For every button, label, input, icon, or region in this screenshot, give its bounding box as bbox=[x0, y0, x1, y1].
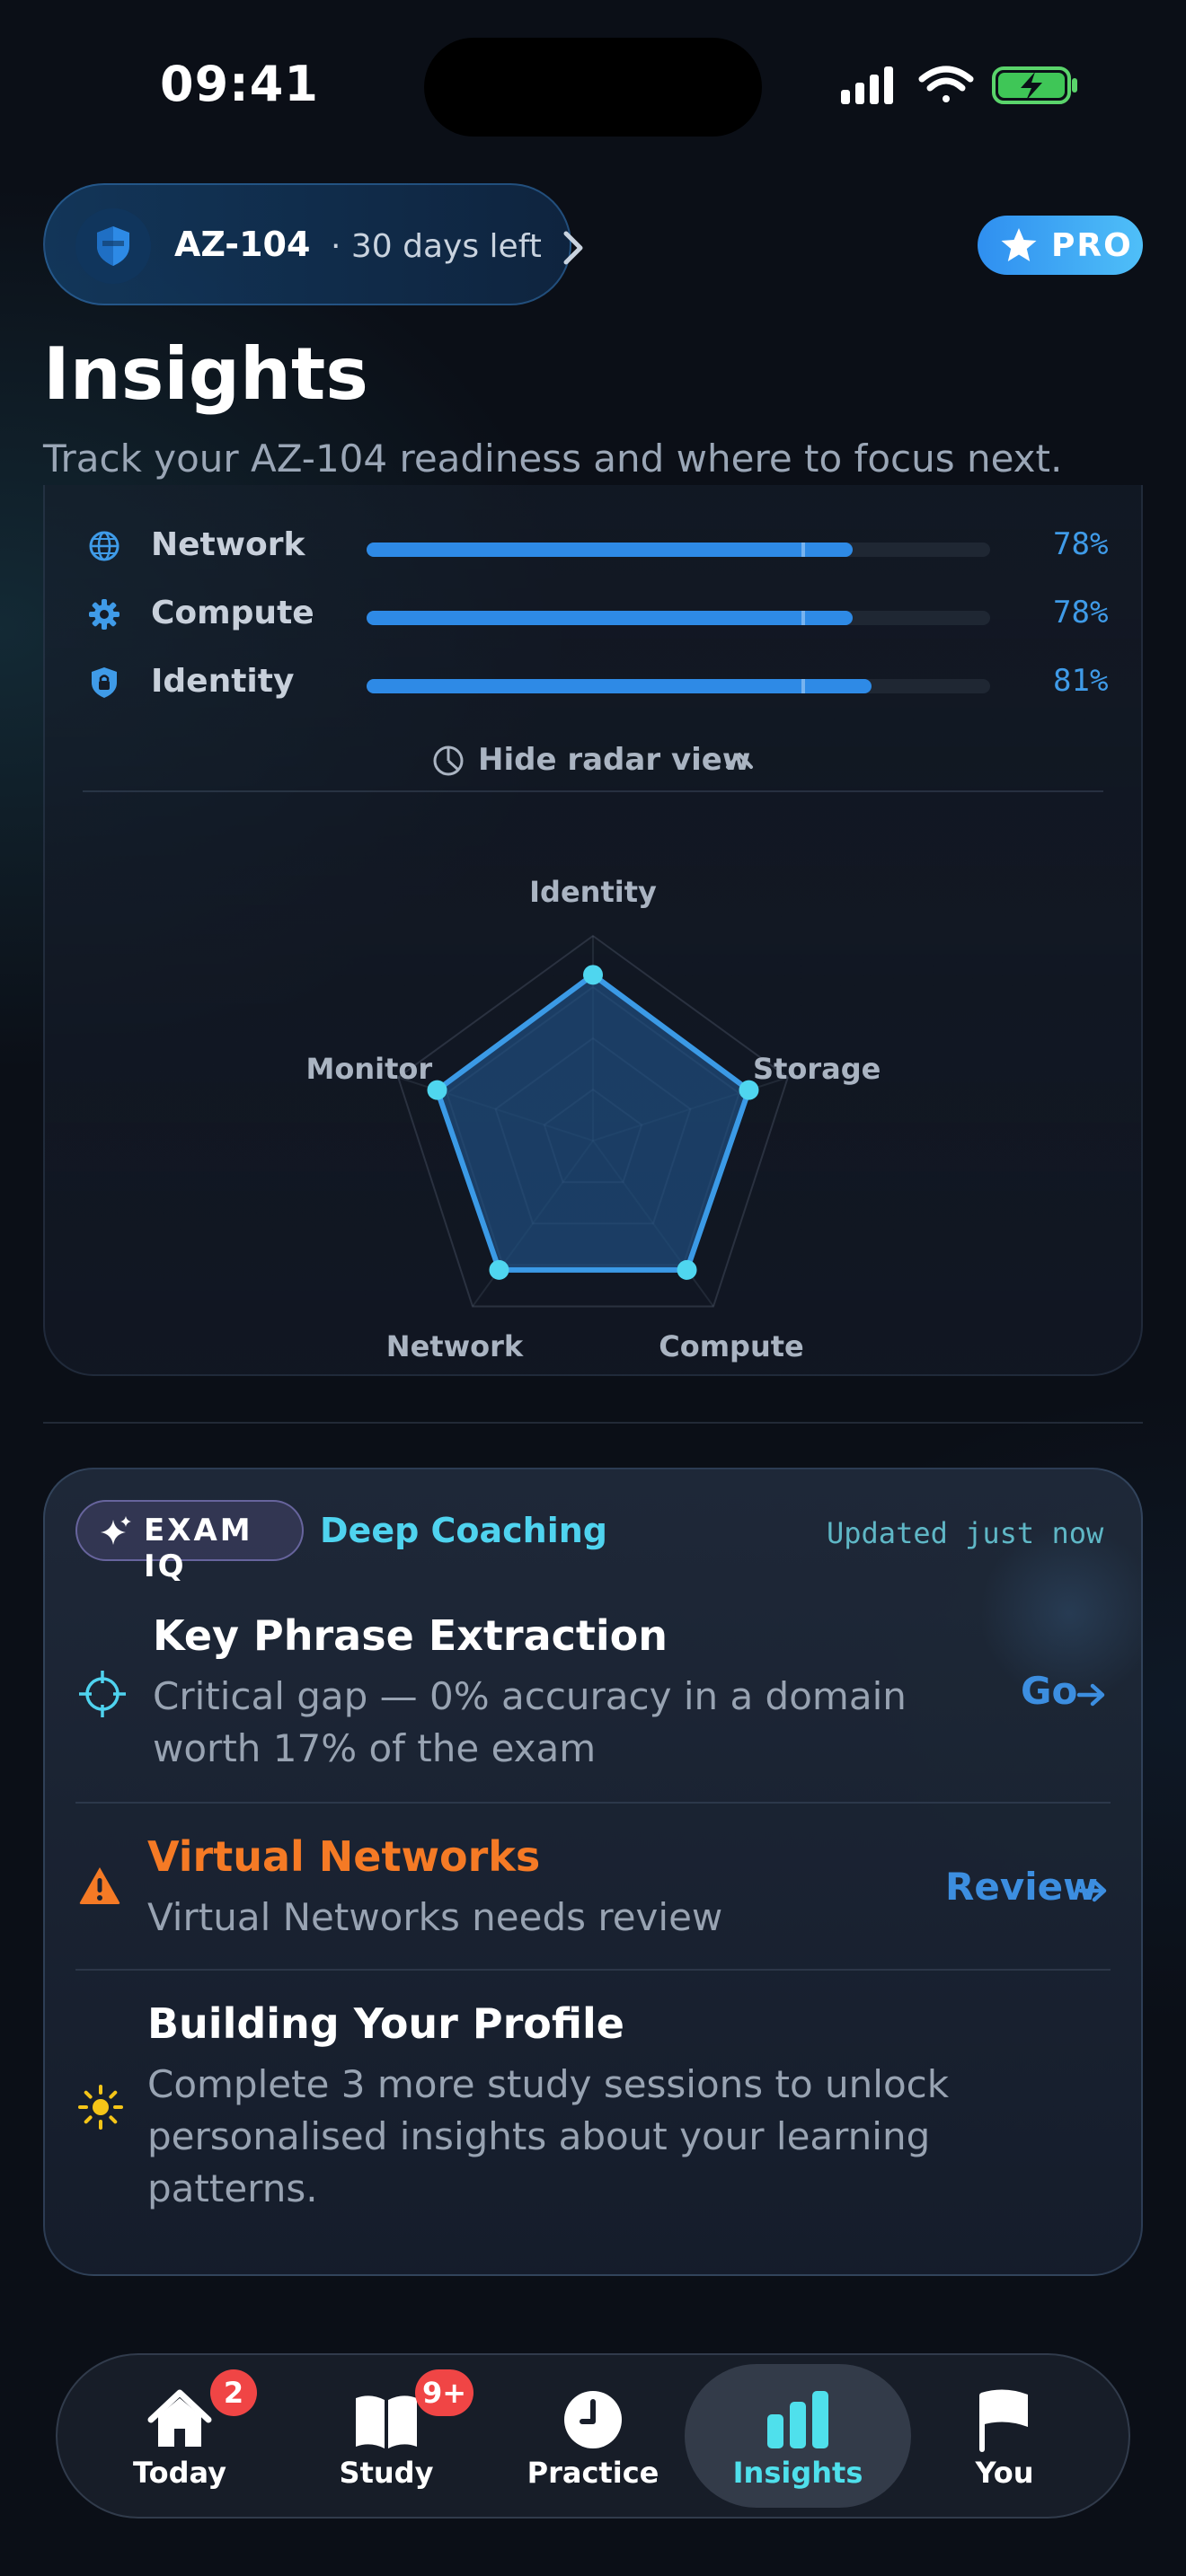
shield-icon bbox=[97, 226, 129, 266]
clock-icon bbox=[564, 2391, 622, 2448]
pie-chart-icon bbox=[433, 745, 464, 776]
pro-label: PRO bbox=[1051, 227, 1133, 264]
tab-label: Today bbox=[133, 2456, 226, 2490]
globe-icon bbox=[89, 531, 119, 561]
radar-axis-label: Network bbox=[386, 1329, 524, 1363]
tab-insights[interactable]: Insights bbox=[708, 2384, 888, 2501]
insight-title: Building Your Profile bbox=[147, 1999, 624, 2048]
lock-shield-icon bbox=[92, 667, 117, 698]
chevron-up-icon bbox=[726, 753, 753, 769]
tab-label: Study bbox=[339, 2456, 434, 2490]
progress-track bbox=[367, 543, 990, 557]
radar-chart: Identity Storage Compute Network Monitor bbox=[306, 875, 881, 1363]
exam-days-left: · 30 days left bbox=[331, 228, 542, 265]
page-subtitle: Track your AZ-104 readiness and where to… bbox=[43, 437, 1063, 481]
target-marker bbox=[801, 679, 805, 693]
insight-separator bbox=[75, 1969, 1111, 1971]
domain-percent: 78% bbox=[1053, 526, 1109, 562]
domain-name: Identity bbox=[151, 663, 295, 700]
notification-badge: 9+ bbox=[415, 2369, 474, 2416]
gear-icon bbox=[89, 599, 119, 630]
insight-title: Key Phrase Extraction bbox=[153, 1611, 668, 1660]
sparkle-icon bbox=[101, 1516, 131, 1545]
wifi-icon bbox=[918, 66, 974, 102]
exam-iq-badge: EXAM IQ bbox=[75, 1500, 304, 1584]
insight-body-line: Virtual Networks needs review bbox=[147, 1895, 723, 1939]
sun-icon bbox=[78, 2085, 123, 2130]
progress-track bbox=[367, 679, 990, 693]
insight-body-line: personalised insights about your learnin… bbox=[147, 2114, 931, 2158]
tab-today[interactable]: 2 Today bbox=[90, 2369, 270, 2501]
insight-body-line: worth 17% of the exam bbox=[153, 1726, 597, 1770]
radar-axis-label: Compute bbox=[659, 1329, 804, 1363]
exam-countdown-pill[interactable]: AZ-104 · 30 days left bbox=[43, 183, 583, 305]
domain-name: Network bbox=[151, 526, 305, 563]
radar-toggle-label: Hide radar view bbox=[478, 742, 751, 778]
tab-label: Practice bbox=[527, 2456, 659, 2490]
section-divider bbox=[43, 1422, 1143, 1424]
radar-point bbox=[583, 965, 603, 985]
progress-fill bbox=[367, 611, 854, 625]
flag-icon bbox=[979, 2389, 1028, 2452]
tab-label: Insights bbox=[732, 2456, 863, 2490]
updated-timestamp: Updated just now bbox=[827, 1516, 1104, 1550]
go-label: Go bbox=[1021, 1669, 1078, 1713]
tab-label: You bbox=[975, 2456, 1034, 2490]
radar-axis-label: Monitor bbox=[306, 1052, 433, 1086]
battery-charging-icon bbox=[992, 66, 1077, 104]
cellular-signal-icon bbox=[841, 66, 893, 104]
progress-fill bbox=[367, 543, 854, 557]
star-icon bbox=[1001, 228, 1037, 261]
progress-fill bbox=[367, 679, 872, 693]
domain-percent: 81% bbox=[1053, 663, 1109, 699]
domain-row-compute[interactable]: Compute 78% bbox=[86, 589, 1111, 643]
bar-chart-icon bbox=[767, 2391, 828, 2448]
chevron-right-icon bbox=[563, 231, 583, 265]
domain-row-network[interactable]: Network 78% bbox=[86, 521, 1111, 575]
insight-body-line: Complete 3 more study sessions to unlock bbox=[147, 2062, 950, 2106]
exam-iq-label: EXAM IQ bbox=[144, 1513, 253, 1584]
status-time: 09:41 bbox=[160, 56, 319, 112]
tab-practice[interactable]: Practice bbox=[503, 2384, 683, 2501]
dynamic-island bbox=[424, 38, 762, 137]
radar-point bbox=[677, 1259, 697, 1280]
radar-axis-label: Identity bbox=[529, 875, 657, 909]
status-icons bbox=[841, 66, 1077, 104]
radar-area bbox=[434, 972, 752, 1273]
insight-separator bbox=[75, 1802, 1111, 1804]
tab-you[interactable]: You bbox=[915, 2384, 1094, 2501]
warning-icon bbox=[79, 1867, 120, 1904]
progress-track bbox=[367, 611, 990, 625]
insight-body-line: Critical gap — 0% accuracy in a domain bbox=[153, 1674, 907, 1718]
domain-name: Compute bbox=[151, 595, 314, 631]
notification-badge: 2 bbox=[210, 2369, 257, 2416]
review-label: Review bbox=[945, 1865, 1098, 1909]
hide-radar-toggle[interactable]: Hide radar view bbox=[431, 738, 755, 783]
book-icon bbox=[356, 2395, 417, 2448]
domain-row-identity[interactable]: Identity 81% bbox=[86, 657, 1111, 711]
exam-code: AZ-104 bbox=[174, 225, 311, 264]
domain-percent: 78% bbox=[1053, 595, 1109, 631]
shield-icon-container bbox=[75, 208, 151, 284]
target-marker bbox=[801, 543, 805, 557]
insight-title: Virtual Networks bbox=[147, 1832, 541, 1881]
insight-body-line: patterns. bbox=[147, 2166, 318, 2210]
coaching-mode: Deep Coaching bbox=[320, 1511, 608, 1550]
radar-axis-label: Storage bbox=[753, 1052, 881, 1086]
pro-badge[interactable]: PRO bbox=[978, 216, 1143, 275]
arrow-right-icon bbox=[1078, 1879, 1107, 1902]
radar-point bbox=[489, 1259, 509, 1280]
go-button[interactable]: Go bbox=[1021, 1669, 1111, 1719]
home-icon bbox=[147, 2389, 212, 2447]
page-title: Insights bbox=[43, 332, 368, 416]
review-button[interactable]: Review bbox=[945, 1865, 1111, 1915]
target-marker bbox=[801, 611, 805, 625]
crosshair-icon bbox=[79, 1671, 126, 1717]
tab-study[interactable]: 9+ Study bbox=[296, 2369, 476, 2501]
arrow-right-icon bbox=[1076, 1683, 1105, 1707]
